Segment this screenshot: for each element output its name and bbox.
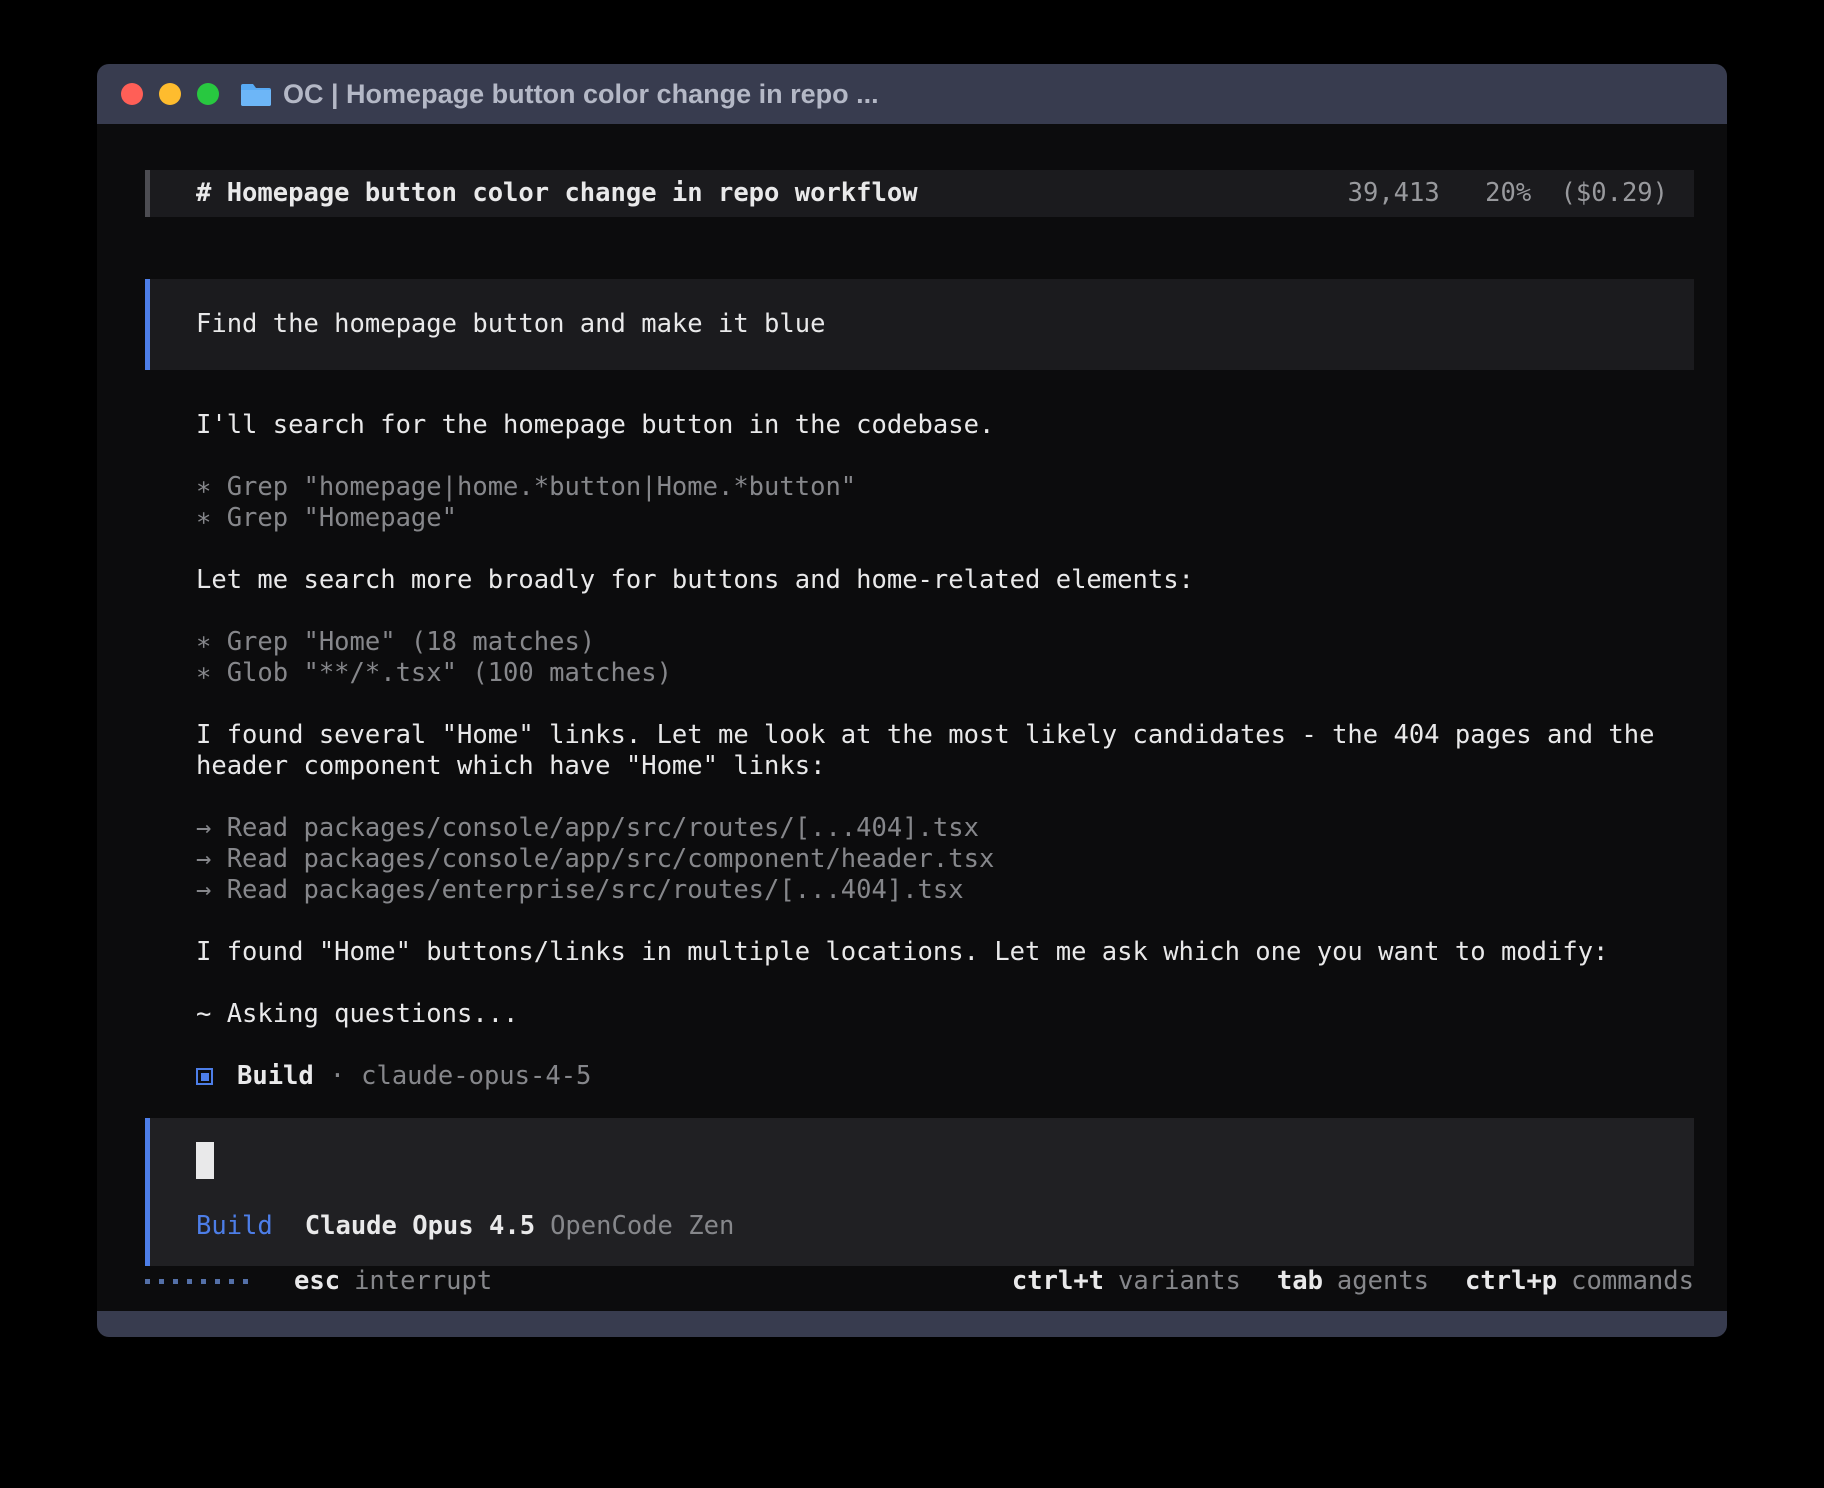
session-stats: 39,413 20% ($0.29) — [1348, 178, 1668, 209]
tool-call-glob: ∗ Glob "**/*.tsx" (100 matches) — [196, 658, 1694, 689]
assistant-text: I found "Home" buttons/links in multiple… — [196, 937, 1694, 968]
spinner-dot — [229, 1279, 234, 1284]
session-cost: ($0.29) — [1561, 178, 1668, 208]
tool-call-grep: ∗ Grep "Homepage" — [196, 503, 1694, 534]
shortcut-agents: tab agents — [1277, 1266, 1429, 1297]
user-message: Find the homepage button and make it blu… — [145, 279, 1694, 370]
tool-call-read: → Read packages/enterprise/src/routes/[.… — [196, 875, 1694, 906]
tool-call-group: → Read packages/console/app/src/routes/[… — [196, 813, 1694, 906]
traffic-lights — [121, 83, 219, 105]
status-bar: esc interrupt ctrl+t variants tab agents… — [145, 1266, 1694, 1297]
spinner-dot — [243, 1279, 248, 1284]
token-count: 39,413 — [1348, 178, 1440, 208]
esc-action-label: interrupt — [354, 1266, 492, 1297]
window-bottom-edge — [97, 1311, 1727, 1337]
status-left: esc interrupt — [145, 1266, 492, 1297]
spinner-dot — [173, 1279, 178, 1284]
agent-build-icon — [196, 1068, 213, 1085]
terminal-window: OC | Homepage button color change in rep… — [97, 64, 1727, 1337]
esc-key-hint: esc — [294, 1266, 340, 1297]
agent-separator: · — [330, 1061, 345, 1092]
working-spinner-dots — [145, 1279, 248, 1284]
agent-attribution: Build · claude-opus-4-5 — [196, 1061, 1694, 1092]
input-provider-label: OpenCode Zen — [550, 1211, 734, 1242]
context-percent: 20% — [1485, 178, 1531, 208]
working-status: ~ Asking questions... — [196, 999, 1694, 1030]
assistant-text: Let me search more broadly for buttons a… — [196, 565, 1694, 596]
folder-icon — [241, 81, 273, 107]
assistant-text: I found several "Home" links. Let me loo… — [196, 720, 1694, 782]
tool-call-read: → Read packages/console/app/src/routes/[… — [196, 813, 1694, 844]
tool-call-group: ∗ Grep "homepage|home.*button|Home.*butt… — [196, 472, 1694, 534]
spinner-dot — [201, 1279, 206, 1284]
terminal-content: # Homepage button color change in repo w… — [97, 124, 1727, 1311]
input-model-label: Claude Opus 4.5 — [305, 1211, 535, 1242]
spinner-dot — [145, 1279, 150, 1284]
spinner-dot — [187, 1279, 192, 1284]
assistant-text: I'll search for the homepage button in t… — [196, 410, 1694, 441]
shortcut-variants: ctrl+t variants — [1012, 1266, 1241, 1297]
shortcut-commands: ctrl+p commands — [1465, 1266, 1694, 1297]
user-message-text: Find the homepage button and make it blu… — [196, 309, 825, 339]
session-header: # Homepage button color change in repo w… — [145, 170, 1694, 217]
agent-name: Build — [237, 1061, 314, 1092]
zoom-button[interactable] — [197, 83, 219, 105]
status-right: ctrl+t variants tab agents ctrl+p comman… — [990, 1266, 1694, 1297]
prompt-input[interactable]: Build Claude Opus 4.5 OpenCode Zen — [145, 1118, 1694, 1266]
tool-call-read: → Read packages/console/app/src/componen… — [196, 844, 1694, 875]
input-footer: Build Claude Opus 4.5 OpenCode Zen — [196, 1211, 1668, 1242]
window-title: OC | Homepage button color change in rep… — [283, 79, 879, 110]
spinner-dot — [159, 1279, 164, 1284]
agent-model: claude-opus-4-5 — [361, 1061, 591, 1092]
assistant-transcript: I'll search for the homepage button in t… — [145, 410, 1694, 1092]
close-button[interactable] — [121, 83, 143, 105]
session-title: # Homepage button color change in repo w… — [196, 178, 918, 209]
spinner-dot — [215, 1279, 220, 1284]
text-cursor — [196, 1142, 214, 1179]
input-mode-label: Build — [196, 1211, 273, 1242]
tool-call-grep: ∗ Grep "homepage|home.*button|Home.*butt… — [196, 472, 1694, 503]
tool-call-grep: ∗ Grep "Home" (18 matches) — [196, 627, 1694, 658]
tool-call-group: ∗ Grep "Home" (18 matches) ∗ Glob "**/*.… — [196, 627, 1694, 689]
minimize-button[interactable] — [159, 83, 181, 105]
window-titlebar: OC | Homepage button color change in rep… — [97, 64, 1727, 124]
